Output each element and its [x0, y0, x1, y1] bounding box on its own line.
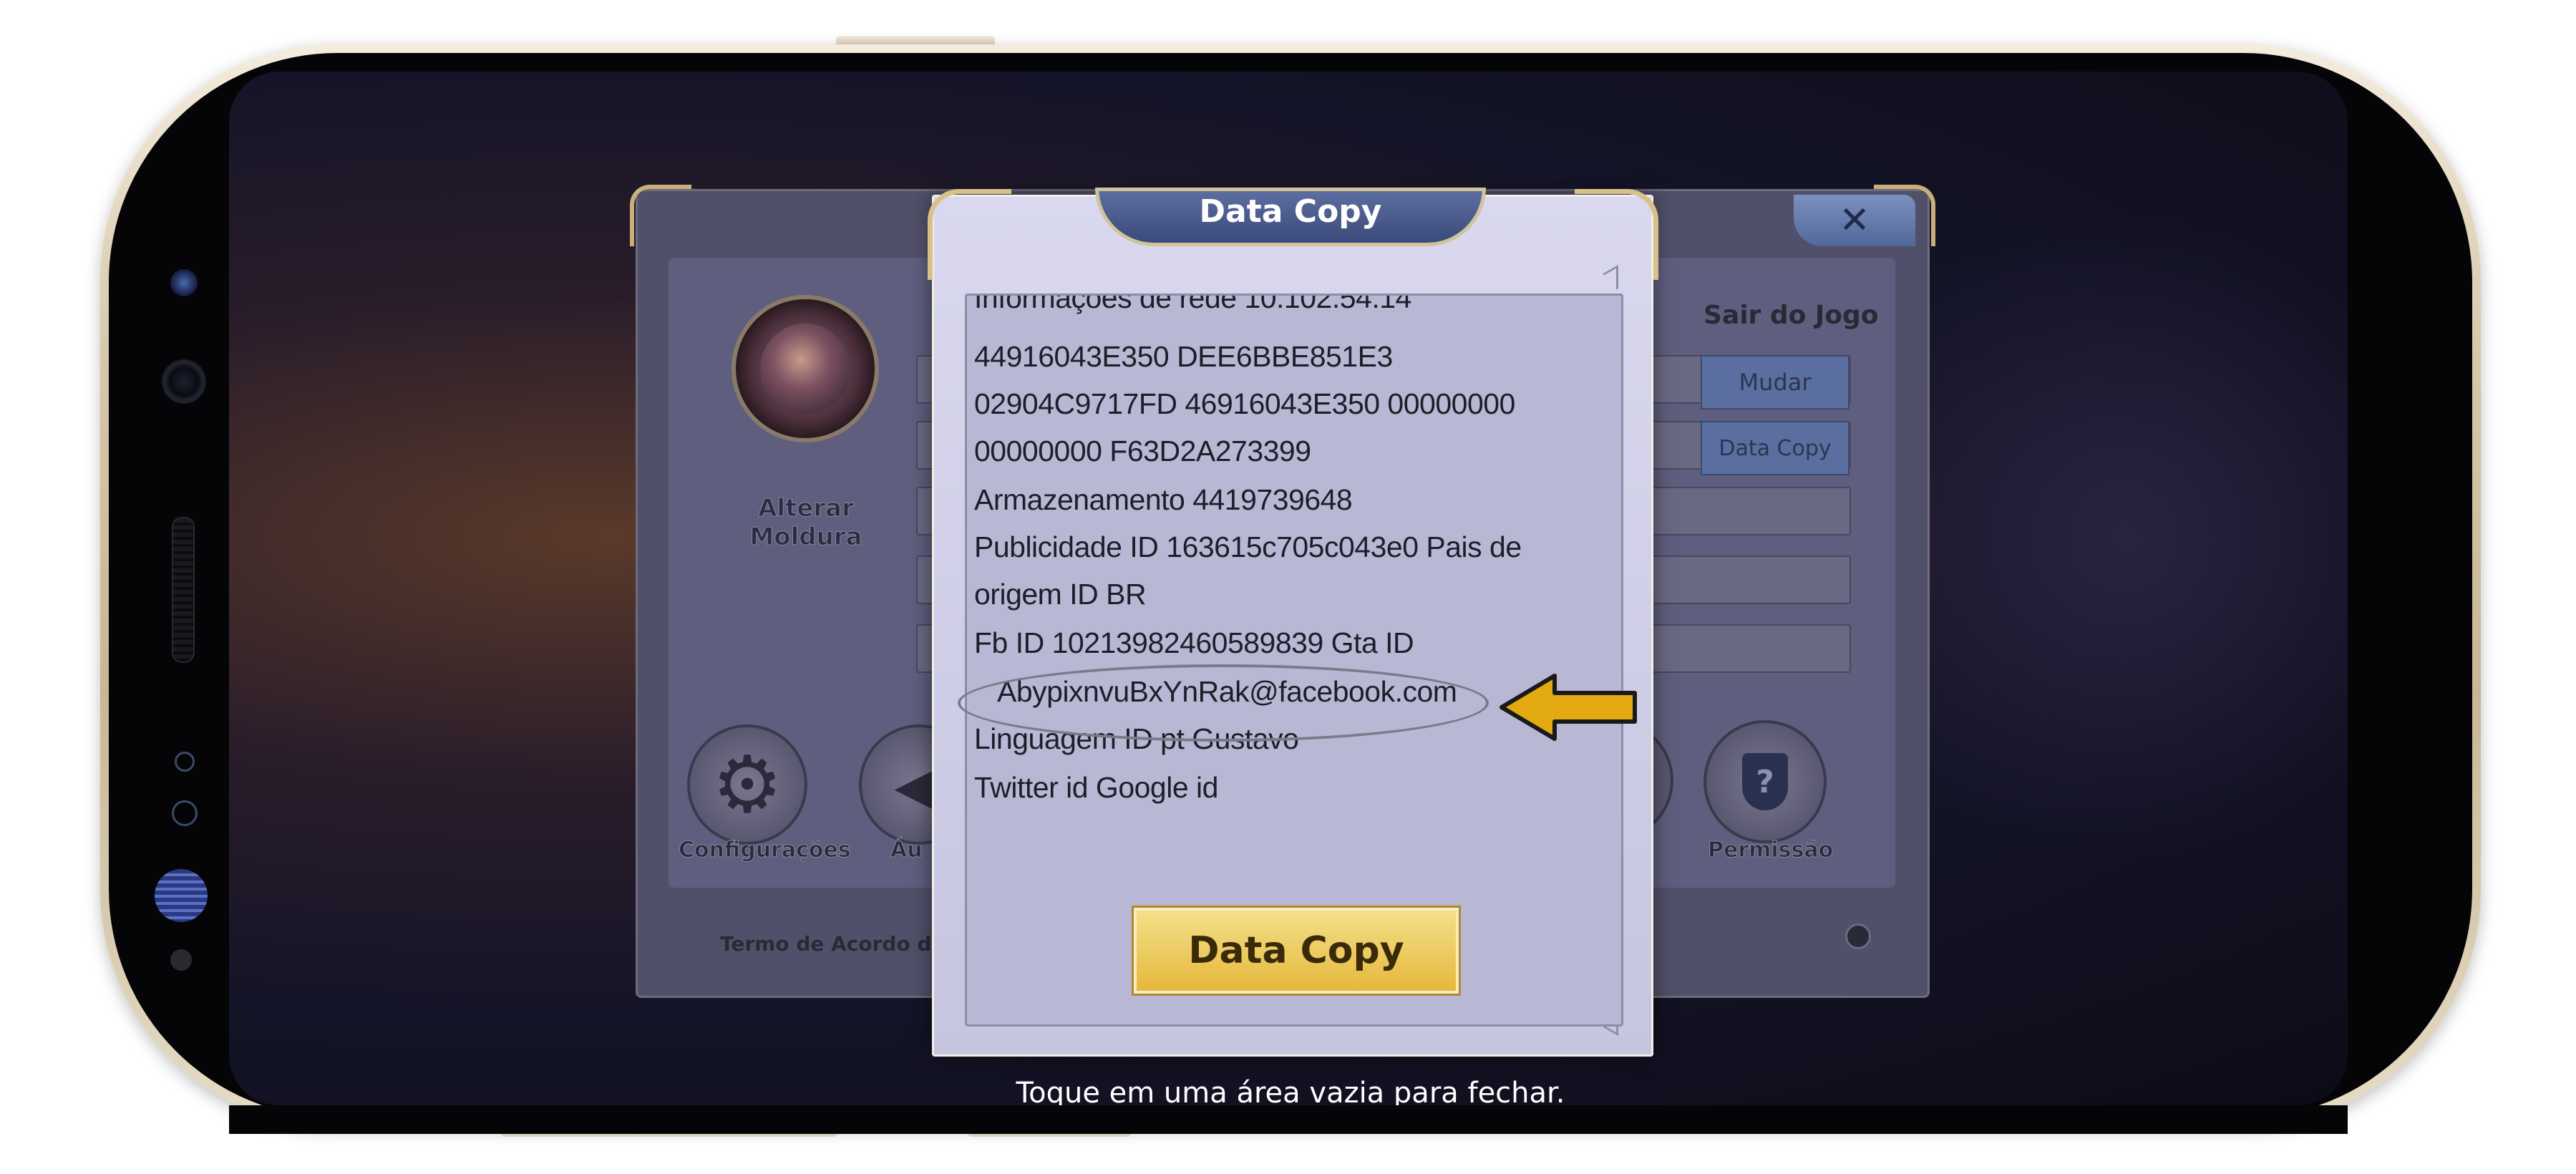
screen-bottom-bezel — [229, 1105, 2348, 1134]
audio-label: Áu — [890, 838, 923, 863]
gear-icon[interactable]: ⚙ — [687, 724, 807, 845]
avatar-portrait — [760, 324, 850, 414]
data-copy-small-button[interactable]: Data Copy — [1701, 421, 1850, 475]
data-line: Armazenamento 4419739648 — [974, 483, 1353, 516]
front-camera-icon — [162, 359, 206, 404]
shield-icon: ? — [1742, 753, 1788, 810]
notification-led — [170, 949, 192, 971]
info-icon[interactable] — [1845, 923, 1871, 949]
highlight-ellipse — [958, 664, 1489, 742]
terms-link[interactable]: Termo de Acordo de — [720, 932, 946, 956]
exit-game-label[interactable]: Sair do Jogo — [1703, 301, 1879, 330]
change-button[interactable]: Mudar — [1701, 355, 1850, 409]
settings-label: Configurações — [679, 838, 852, 863]
dialog-ornament — [928, 189, 1011, 280]
data-line: Fb ID 10213982460589839 Gta ID — [974, 626, 1414, 659]
close-icon[interactable]: ✕ — [1794, 195, 1915, 246]
data-line: Informações de rede 10.102.54.14 — [974, 294, 1411, 314]
dialog-title: Data Copy — [1199, 193, 1382, 230]
iris-scanner-icon — [155, 869, 208, 922]
permission-button[interactable]: ? — [1703, 720, 1827, 843]
earpiece-speaker — [172, 517, 195, 663]
light-sensor-icon — [172, 800, 198, 826]
data-copy-button[interactable]: Data Copy — [1134, 908, 1459, 994]
panel-ornament — [630, 185, 691, 246]
proximity-sensor-icon — [175, 752, 195, 772]
data-line: 44916043E350 DEE6BBE851E3 — [974, 340, 1393, 373]
data-line: 00000000 F63D2A273399 — [974, 435, 1311, 467]
data-line: Twitter id Google id — [974, 771, 1218, 804]
permission-label: Permissão — [1707, 838, 1834, 863]
arrow-left-icon — [1500, 674, 1637, 741]
data-line: origem ID BR — [974, 578, 1147, 611]
change-frame-label[interactable]: Alterar Moldura — [713, 494, 899, 552]
data-line: 02904C9717FD 46916043E350 00000000 — [974, 387, 1515, 420]
data-line: Publicidade ID 163615c705c043e0 Pais de — [974, 530, 1522, 563]
front-sensor-icon — [170, 269, 198, 296]
